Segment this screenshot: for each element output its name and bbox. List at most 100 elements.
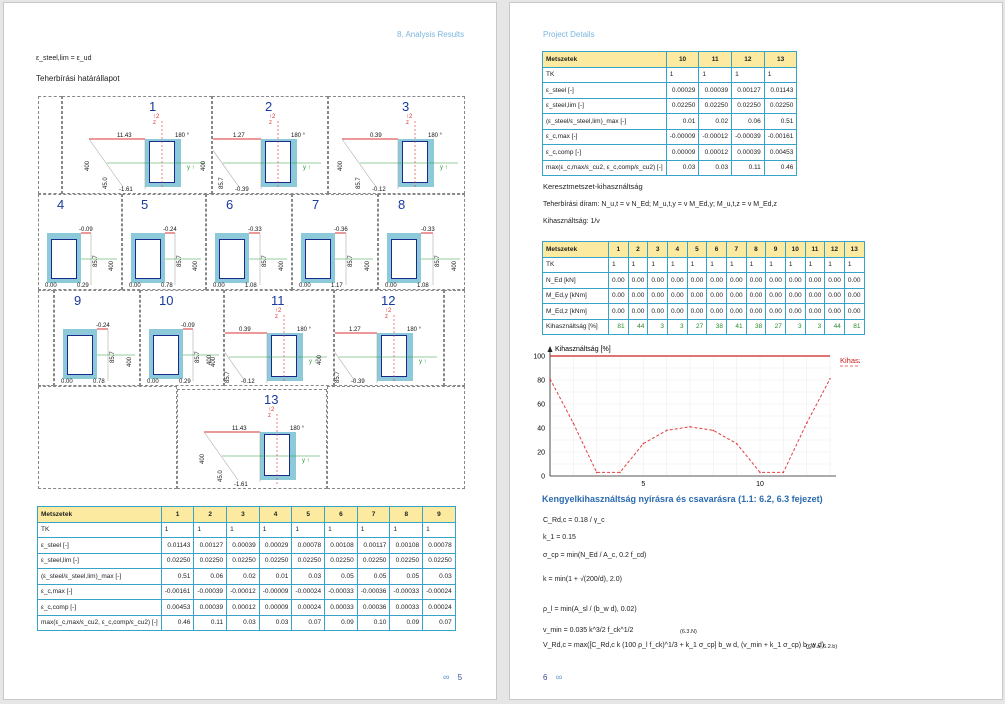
y-axis-label: y ↑ xyxy=(302,458,310,464)
data-point xyxy=(782,471,785,474)
table-cell: 0.02250 xyxy=(356,552,391,569)
table-cell: 1 xyxy=(258,521,293,538)
table-cell: 1 xyxy=(843,256,865,273)
strain-diagram xyxy=(203,414,320,484)
y-tick-label: 100 xyxy=(533,354,545,361)
table-cell: 0.00 xyxy=(666,272,688,289)
table-header-row: Metszetek 1 2 3 4 5 6 7 8 9 xyxy=(37,506,456,523)
table-cell: 1 xyxy=(422,521,456,538)
utilization-title: Keresztmetszet-kihasználtság xyxy=(543,182,643,191)
column-header: 4 xyxy=(258,506,293,523)
logo-icon: ∞ xyxy=(555,672,563,682)
table-cell: 1 xyxy=(356,521,391,538)
table-cell: 0.01143 xyxy=(160,537,195,554)
bottom-left-strain: 0.00 xyxy=(213,283,225,289)
table-cell: 0.00 xyxy=(784,303,806,320)
strain-diagram xyxy=(341,121,458,189)
table-cell: 1 xyxy=(647,256,668,273)
table-cell: 0.01 xyxy=(665,113,700,130)
table-cell: 0.00 xyxy=(608,272,629,289)
table-cell: 0.09 xyxy=(389,614,424,631)
table-cell: 0.00024 xyxy=(291,599,326,616)
depth-label: 85.7 xyxy=(219,177,225,189)
table-cell: 0.00009 xyxy=(258,599,293,616)
data-point xyxy=(665,429,668,432)
shear-equation: C_Rd,c = 0.18 / γ_c xyxy=(543,517,605,524)
bottom-left-strain: 0.00 xyxy=(147,379,159,385)
section-diagrams: 1 ↑2 z 180 ° 11.43 y ↑ 400 45.0 -1.61 2 ↑2 z 180 ° 1… xyxy=(38,96,465,489)
table-cell: 1 xyxy=(784,256,806,273)
y-axis-label: y ↑ xyxy=(419,359,427,365)
strain-limit-equation: ε_steel,lim = ε_ud xyxy=(36,55,92,62)
column-header: Metszetek xyxy=(542,241,609,258)
table-cell: 0.00 xyxy=(784,287,806,304)
column-header: Metszetek xyxy=(37,506,162,523)
column-header: 13 xyxy=(843,241,865,258)
table-cell: 1 xyxy=(324,521,358,538)
column-header: 12 xyxy=(824,241,845,258)
table-cell: 0.02250 xyxy=(193,552,228,569)
table-cell: 0.03 xyxy=(258,614,293,631)
depth-label: 85.7 xyxy=(262,255,268,267)
column-header: 6 xyxy=(706,241,727,258)
table-row: max(ε_c,max/ε_cu2, ε_c,comp/ε_cu2) [-] 0.… xyxy=(542,159,798,176)
y-axis-label: y ↑ xyxy=(309,359,317,365)
table-cell: 0.00033 xyxy=(324,599,358,616)
table-cell: 0.00039 xyxy=(226,537,260,554)
table-cell: 0.09 xyxy=(324,614,358,631)
row-label: ε_steel [-] xyxy=(37,537,162,554)
page-number: 5 xyxy=(457,673,463,682)
table-row: (ε_steel/ε_steel,lim)_max [-] 0.01 0.02 0.0… xyxy=(542,113,798,130)
table-cell: -0.00033 xyxy=(324,583,358,600)
table-cell: 0.00036 xyxy=(356,599,391,616)
table-cell: 0.00453 xyxy=(160,599,195,616)
depth-label: 85.7 xyxy=(335,371,341,383)
column-header: 9 xyxy=(422,506,456,523)
depth-label: 85.7 xyxy=(195,351,201,363)
depth-label: 85.7 xyxy=(348,255,354,267)
table-cell: 0.02250 xyxy=(324,552,358,569)
depth-label: 85.7 xyxy=(435,255,441,267)
shear-equation: v_min = 0.035 k^3/2 f_ck^1/2 xyxy=(543,627,634,634)
table-header-row: Metszetek 10 11 12 13 xyxy=(542,51,798,68)
table-cell: 1 xyxy=(731,66,765,83)
table-cell: 0.00039 xyxy=(193,599,228,616)
table-cell: 0.05 xyxy=(356,568,391,585)
table-cell: 0.00 xyxy=(824,272,845,289)
table-cell: -0.00161 xyxy=(160,583,195,600)
column-header: 7 xyxy=(356,506,391,523)
data-point xyxy=(642,442,645,445)
table-cell: 0.06 xyxy=(731,113,765,130)
table-cell: 0.00 xyxy=(647,272,668,289)
table-cell: 1 xyxy=(665,66,700,83)
shear-equation: ρ_l = min(A_sl / (b_w d), 0.02) xyxy=(543,606,637,613)
table-cell: 0.00033 xyxy=(389,599,424,616)
equation-reference: (6.3.N) xyxy=(680,629,697,635)
height-label: 400 xyxy=(127,356,133,367)
table-cell: 0.51 xyxy=(763,113,798,130)
data-point xyxy=(829,378,831,380)
table-cell: 0.07 xyxy=(291,614,326,631)
table-row: ε_steel [-] 0.00029 0.00039 0.00127 0.01143 xyxy=(542,82,798,99)
table-cell: 1 xyxy=(160,521,195,538)
table-cell: 0.00 xyxy=(647,287,668,304)
table-header-row: Metszetek 1 2 3 4 5 6 7 8 9 10 11 12 13 xyxy=(542,241,865,258)
bottom-strain-label: -1.61 xyxy=(234,482,248,488)
table-cell: 1 xyxy=(725,256,747,273)
table-cell: 0.05 xyxy=(324,568,358,585)
y-tick-label: 0 xyxy=(541,474,545,481)
bottom-left-strain: 0.00 xyxy=(385,283,397,289)
bottom-right-strain: 1.17 xyxy=(331,283,343,289)
table-cell: 0.00 xyxy=(843,287,865,304)
diagram-cell: 6 -0.33 85.7 400 0.00 1.08 xyxy=(206,194,292,290)
column-header: 1 xyxy=(608,241,629,258)
table-row: Kihasználtság [%] 81 44 3 3 27 38 41 38 27 3 3 44 81 xyxy=(542,318,865,335)
table-cell: 0.00029 xyxy=(258,537,293,554)
table-cell: 0.00 xyxy=(745,287,767,304)
table-cell: 0.00009 xyxy=(665,144,700,161)
table-cell: 0.00 xyxy=(706,272,727,289)
table-cell: 81 xyxy=(843,318,865,335)
row-label: ε_c,comp [-] xyxy=(542,144,667,161)
table-cell: 0.02250 xyxy=(698,97,733,114)
bottom-right-strain: 0.78 xyxy=(161,283,173,289)
